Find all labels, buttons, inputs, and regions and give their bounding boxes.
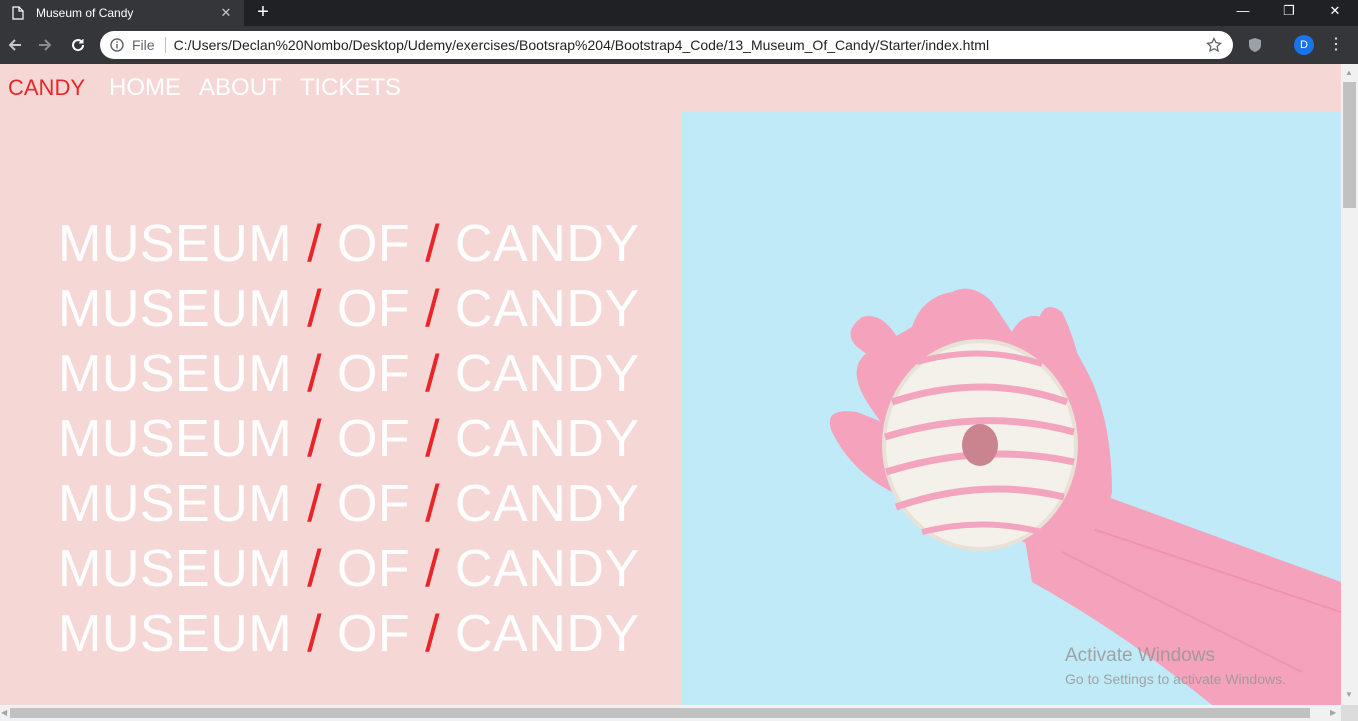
slash: / — [307, 345, 323, 403]
word-museum: MUSEUM — [58, 345, 293, 403]
scroll-right-icon[interactable]: ▶ — [1330, 708, 1336, 718]
horizontal-scroll-thumb[interactable] — [10, 708, 1310, 718]
word-museum: MUSEUM — [58, 540, 293, 598]
slash: / — [425, 410, 441, 468]
url-text[interactable]: C:/Users/Declan%20Nombo/Desktop/Udemy/ex… — [174, 37, 1205, 53]
word-of: OF — [336, 540, 411, 598]
forward-icon[interactable] — [32, 32, 58, 58]
browser-tab[interactable]: Museum of Candy ✕ — [0, 0, 244, 26]
word-museum: MUSEUM — [58, 410, 293, 468]
vertical-scrollbar[interactable]: ▲ ▼ — [1341, 64, 1358, 705]
hero-text: MUSEUM / OF / CANDY MUSEUM / OF / CANDY … — [58, 212, 640, 667]
word-candy: CANDY — [455, 475, 640, 533]
word-candy: CANDY — [455, 345, 640, 403]
shield-icon[interactable] — [1247, 37, 1263, 53]
hero-line: MUSEUM / OF / CANDY — [58, 277, 640, 342]
slash: / — [425, 215, 441, 273]
nav-link-about[interactable]: ABOUT — [199, 74, 282, 102]
menu-icon[interactable]: ⋮ — [1328, 34, 1344, 56]
word-candy: CANDY — [455, 540, 640, 598]
horizontal-scrollbar[interactable]: ◀ ▶ — [0, 705, 1341, 721]
word-candy: CANDY — [455, 605, 640, 663]
vertical-scroll-thumb[interactable] — [1343, 82, 1356, 208]
scheme-label: File — [132, 37, 155, 53]
word-of: OF — [336, 215, 411, 273]
slash: / — [425, 280, 441, 338]
brand-link[interactable]: CANDY — [8, 75, 85, 101]
close-icon[interactable]: ✕ — [216, 5, 236, 21]
slash: / — [425, 345, 441, 403]
slash: / — [307, 540, 323, 598]
scroll-down-icon[interactable]: ▼ — [1345, 690, 1353, 700]
word-candy: CANDY — [455, 410, 640, 468]
hero-line: MUSEUM / OF / CANDY — [58, 472, 640, 537]
reload-icon[interactable] — [65, 32, 91, 58]
word-candy: CANDY — [455, 215, 640, 273]
scroll-left-icon[interactable]: ◀ — [1, 708, 7, 718]
word-museum: MUSEUM — [58, 605, 293, 663]
hero-line: MUSEUM / OF / CANDY — [58, 602, 640, 667]
word-candy: CANDY — [455, 280, 640, 338]
word-of: OF — [336, 410, 411, 468]
separator — [164, 37, 166, 53]
nav-link-home[interactable]: HOME — [109, 74, 181, 102]
page-icon — [12, 6, 24, 20]
watermark-subtitle: Go to Settings to activate Windows. — [1065, 671, 1286, 687]
word-museum: MUSEUM — [58, 475, 293, 533]
slash: / — [425, 605, 441, 663]
word-of: OF — [336, 345, 411, 403]
word-museum: MUSEUM — [58, 280, 293, 338]
back-icon[interactable] — [2, 32, 28, 58]
tab-title: Museum of Candy — [36, 6, 134, 20]
hero-line: MUSEUM / OF / CANDY — [58, 407, 640, 472]
word-museum: MUSEUM — [58, 215, 293, 273]
donut-glove-illustration — [829, 288, 1341, 705]
title-bar: Museum of Candy ✕ + — ❐ ✕ — [0, 0, 1358, 26]
watermark-title: Activate Windows — [1065, 645, 1215, 666]
slash: / — [425, 475, 441, 533]
slash: / — [307, 605, 323, 663]
slash: / — [307, 215, 323, 273]
activation-watermark: Activate Windows Go to Settings to activ… — [1065, 645, 1286, 689]
word-of: OF — [336, 280, 411, 338]
scroll-up-icon[interactable]: ▲ — [1345, 68, 1353, 78]
close-window-icon[interactable]: ✕ — [1312, 0, 1358, 26]
plus-icon[interactable]: + — [252, 1, 274, 23]
hero-image — [682, 112, 1341, 705]
slash: / — [425, 540, 441, 598]
site-navbar: CANDY HOME ABOUT TICKETS — [0, 64, 1341, 112]
slash: / — [307, 410, 323, 468]
address-bar[interactable]: File C:/Users/Declan%20Nombo/Desktop/Ude… — [100, 31, 1233, 59]
hero-line: MUSEUM / OF / CANDY — [58, 212, 640, 277]
donut-hole — [962, 424, 998, 466]
word-of: OF — [336, 475, 411, 533]
word-of: OF — [336, 605, 411, 663]
star-icon[interactable] — [1205, 36, 1223, 54]
hero-line: MUSEUM / OF / CANDY — [58, 342, 640, 407]
avatar[interactable]: D — [1294, 35, 1314, 55]
slash: / — [307, 475, 323, 533]
restore-icon[interactable]: ❐ — [1266, 0, 1312, 26]
nav-link-tickets[interactable]: TICKETS — [300, 74, 401, 102]
slash: / — [307, 280, 323, 338]
page-viewport: CANDY HOME ABOUT TICKETS MUSEUM / OF / C… — [0, 64, 1341, 705]
info-icon[interactable] — [110, 38, 124, 52]
scrollbar-corner — [1341, 705, 1358, 721]
hero-line: MUSEUM / OF / CANDY — [58, 537, 640, 602]
minimize-icon[interactable]: — — [1220, 0, 1266, 26]
